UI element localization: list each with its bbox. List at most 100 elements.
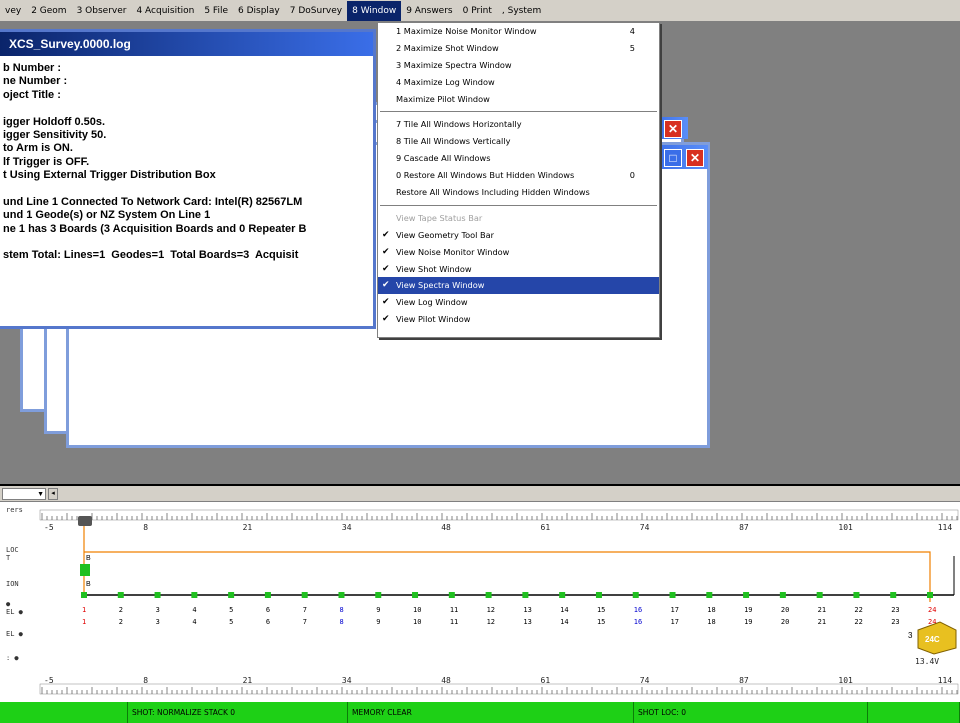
status-bar: SHOT: NORMALIZE STACK 0 MEMORY CLEAR SHOT … bbox=[0, 702, 960, 723]
window-menu-item[interactable]: ✔ View Log Window bbox=[378, 294, 659, 311]
station-marker[interactable] bbox=[632, 592, 639, 598]
ruler-label: 74 bbox=[640, 523, 650, 532]
geometry-panel: ▼ ◂ rers LOC T ION ● EL ● EL ●: ● -5 8 21 34 48 61 7… bbox=[0, 484, 960, 704]
station-marker[interactable] bbox=[522, 592, 529, 598]
station-marker[interactable] bbox=[448, 592, 455, 598]
station-marker[interactable] bbox=[81, 592, 87, 598]
close-icon[interactable]: ✕ bbox=[664, 120, 682, 138]
station-number: 6 bbox=[266, 606, 270, 614]
status-cell: SHOT: NORMALIZE STACK 0 bbox=[128, 702, 348, 723]
menu-item-label: View Pilot Window bbox=[396, 314, 471, 325]
station-number: 9 bbox=[376, 606, 380, 614]
window-menu-item[interactable]: 0 Restore All Windows But Hidden Windows… bbox=[378, 167, 659, 184]
log-line: und 1 Geode(s) or NZ System On Line 1 bbox=[3, 209, 211, 222]
menu-item-label: View Geometry Tool Bar bbox=[396, 229, 494, 240]
window-menu-item[interactable]: ✔ View Noise Monitor Window bbox=[378, 244, 659, 261]
checkmark-icon: ✔ bbox=[382, 280, 390, 291]
menu-item-label: View Noise Monitor Window bbox=[396, 246, 510, 257]
close-icon[interactable]: ✕ bbox=[686, 149, 704, 167]
menu-item[interactable]: 8 Window bbox=[347, 0, 402, 21]
station-marker[interactable] bbox=[559, 592, 566, 598]
menu-item[interactable]: 5 File bbox=[199, 1, 233, 21]
log-window-title[interactable]: XCS_Survey.0000.log bbox=[0, 32, 373, 56]
station-number: 10 bbox=[413, 606, 421, 614]
station-number: 23 bbox=[891, 606, 899, 614]
window-menu-item[interactable]: 3 Maximize Spectra Window bbox=[378, 57, 659, 74]
station-marker[interactable] bbox=[853, 592, 860, 598]
window-menu-item[interactable]: 2 Maximize Shot Window 5 bbox=[378, 40, 659, 57]
window-menu-item[interactable]: 4 Maximize Log Window bbox=[378, 74, 659, 91]
menu-bar: vey 2 Geom 3 Observer 4 Acquisition 5 File 6 … bbox=[0, 0, 960, 22]
status-cell: MEMORY CLEAR bbox=[348, 702, 634, 723]
shot-source-icon[interactable] bbox=[78, 516, 92, 526]
window-menu-dropdown: 1 Maximize Noise Monitor Window 4 2 Maximi… bbox=[377, 22, 660, 338]
menu-item[interactable]: 3 Observer bbox=[72, 1, 132, 21]
channel-number: 3 bbox=[156, 618, 160, 626]
menu-item[interactable]: 9 Answers bbox=[401, 1, 457, 21]
menu-item[interactable]: 4 Acquisition bbox=[131, 1, 199, 21]
station-marker[interactable] bbox=[595, 592, 602, 598]
menu-item[interactable]: 2 Geom bbox=[26, 1, 71, 21]
window-menu-item[interactable]: 1 Maximize Noise Monitor Window 4 bbox=[378, 23, 659, 40]
menu-item-label: 8 Tile All Windows Vertically bbox=[396, 136, 511, 147]
window-menu-item[interactable]: 9 Cascade All Windows bbox=[378, 150, 659, 167]
station-marker[interactable] bbox=[890, 592, 897, 598]
ruler-label: 21 bbox=[243, 523, 253, 532]
station-marker[interactable] bbox=[816, 592, 823, 598]
menu-item-label: View Log Window bbox=[396, 297, 468, 308]
station-marker[interactable] bbox=[375, 592, 382, 598]
menu-item[interactable]: vey bbox=[0, 1, 26, 21]
menu-item[interactable]: 6 Display bbox=[233, 1, 285, 21]
station-marker[interactable] bbox=[264, 592, 271, 598]
window-menu-item[interactable]: 7 Tile All Windows Horizontally bbox=[378, 116, 659, 133]
status-cell bbox=[868, 702, 960, 723]
menu-item-label: Maximize Pilot Window bbox=[396, 93, 490, 104]
channel-number: 4 bbox=[192, 618, 196, 626]
station-number: 20 bbox=[781, 606, 789, 614]
station-marker[interactable] bbox=[485, 592, 492, 598]
station-marker[interactable] bbox=[338, 592, 345, 598]
station-marker[interactable] bbox=[228, 592, 235, 598]
menu-separator bbox=[378, 201, 659, 210]
station-marker[interactable] bbox=[779, 592, 786, 598]
station-marker[interactable] bbox=[191, 592, 198, 598]
window-menu-item[interactable]: ✔ View Shot Window bbox=[378, 261, 659, 278]
log-window[interactable]: XCS_Survey.0000.log b Number : ne Number … bbox=[0, 29, 376, 329]
geometry-spread-view[interactable]: -5 8 21 34 48 61 74 87 101 114-5 8 21 34 48 61 74 87 101 1… bbox=[0, 502, 960, 706]
station-marker[interactable] bbox=[154, 592, 161, 598]
window-menu-item[interactable]: ✔ View Pilot Window bbox=[378, 311, 659, 328]
menu-item[interactable]: , System bbox=[497, 1, 546, 21]
station-marker[interactable] bbox=[117, 592, 124, 598]
window-menu-item[interactable]: Restore All Windows Including Hidden Win… bbox=[378, 184, 659, 201]
log-line: b Number : bbox=[3, 62, 62, 74]
station-marker[interactable] bbox=[669, 592, 676, 598]
station-number: 3 bbox=[156, 606, 160, 614]
station-marker[interactable] bbox=[301, 592, 308, 598]
window-menu-item[interactable]: ✔ View Geometry Tool Bar bbox=[378, 227, 659, 244]
channel-number: 17 bbox=[671, 618, 679, 626]
menu-item[interactable]: 0 Print bbox=[458, 1, 497, 21]
layout-select[interactable]: ▼ bbox=[2, 488, 46, 500]
window-menu-item[interactable]: Maximize Pilot Window bbox=[378, 91, 659, 108]
scroll-left-button[interactable]: ◂ bbox=[48, 488, 58, 500]
maximize-icon[interactable]: □ bbox=[664, 149, 682, 167]
channel-number: 8 bbox=[339, 618, 343, 626]
station-number: 22 bbox=[854, 606, 862, 614]
window-menu-item[interactable]: 8 Tile All Windows Vertically bbox=[378, 133, 659, 150]
station-number: 8 bbox=[339, 606, 343, 614]
log-line: und Line 1 Connected To Network Card: In… bbox=[3, 195, 303, 208]
menu-item-label: 2 Maximize Shot Window bbox=[396, 42, 499, 53]
station-number: 13 bbox=[523, 606, 531, 614]
window-menu-item[interactable]: ✔ View Spectra Window bbox=[378, 277, 659, 295]
station-marker[interactable] bbox=[412, 592, 419, 598]
ruler-label: 8 bbox=[143, 676, 148, 685]
station-marker[interactable] bbox=[706, 592, 713, 598]
channel-number: 15 bbox=[597, 618, 605, 626]
ruler-label: 48 bbox=[441, 676, 451, 685]
menu-item-shortcut: 5 bbox=[629, 42, 635, 53]
shot-point-icon[interactable] bbox=[80, 564, 90, 576]
station-marker[interactable] bbox=[743, 592, 750, 598]
station-marker[interactable] bbox=[927, 592, 933, 598]
menu-item[interactable]: 7 DoSurvey bbox=[285, 1, 347, 21]
